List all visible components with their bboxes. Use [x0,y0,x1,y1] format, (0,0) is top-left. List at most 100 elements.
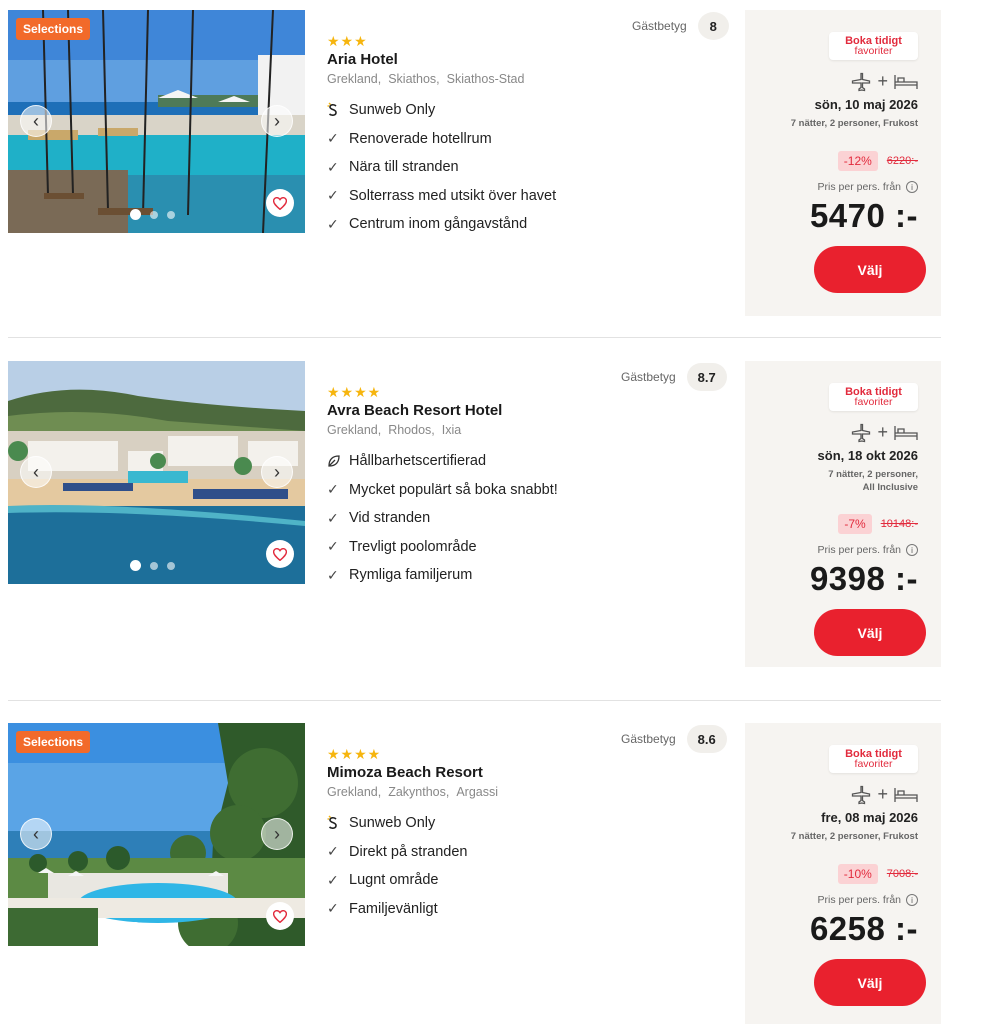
feature-item: ✓ Rymliga familjerum [327,561,727,590]
next-image-button[interactable]: › [261,818,293,850]
favorite-button[interactable] [266,189,294,217]
check-icon: ✓ [327,900,339,917]
info-icon[interactable]: i [906,544,918,556]
discount-row: -12% 6220:- [837,151,918,171]
old-price: 7008:- [886,868,918,880]
plane-icon [852,72,871,91]
pagination-dot[interactable] [150,561,158,570]
hotel-card[interactable]: Selections ‹ › ★★★★ Mimoza Beach Resort … [0,723,945,1024]
feature-text: Hållbarhetscertifierad [349,453,487,470]
boka-tidigt-subtitle: favoriter [854,396,893,408]
image-pagination [130,922,175,933]
boka-tidigt-badge: Boka tidigt favoriter [829,383,918,411]
selections-badge: Selections [16,18,91,40]
hotel-card[interactable]: Selections ‹ › ★★★ Aria Hotel Grekland, S… [0,10,945,330]
pagination-dot[interactable] [167,923,175,932]
feature-text: Sunweb Only [349,815,436,832]
discount-badge: -7% [838,514,872,534]
pagination-dot[interactable] [130,922,141,933]
heart-icon [273,909,287,923]
select-button[interactable]: Välj [814,609,926,656]
feature-item: ✓ Renoverade hotellrum [327,125,727,154]
next-image-button[interactable]: › [261,456,293,488]
guest-rating-score: 8.7 [686,363,727,391]
location-country: Grekland, [327,423,382,437]
select-button[interactable]: Välj [814,959,926,1006]
pagination-dot[interactable] [167,210,175,219]
location-country: Grekland, [327,785,382,799]
price-per-person-text: Pris per pers. från [817,181,901,193]
old-price: 6220:- [886,155,918,167]
departure-date: fre, 08 maj 2026 [821,810,918,825]
feature-item: ✓ Centrum inom gångavstånd [327,210,727,239]
info-icon[interactable]: i [906,181,918,193]
location-region: Rhodos, [388,423,435,437]
image-pagination [130,560,175,571]
pagination-dot[interactable] [167,561,175,570]
old-price: 10148:- [880,518,918,530]
boka-tidigt-badge: Boka tidigt favoriter [829,32,918,60]
favorite-button[interactable] [266,540,294,568]
image-pagination [130,209,175,220]
hotel-photo[interactable]: ‹ › [8,361,305,584]
hotel-location: Grekland, Skiathos, Skiathos-Stad [327,72,727,86]
chevron-left-icon: ‹ [33,824,39,844]
price: 5470 :- [809,197,918,234]
trip-details-line: All Inclusive [862,481,918,493]
hotel-name[interactable]: Avra Beach Resort Hotel [327,402,727,419]
feature-text: Solterrass med utsikt över havet [349,187,557,204]
feature-item: Sunweb Only [327,96,727,125]
discount-badge: -12% [837,151,878,171]
plus-icon: + [877,422,888,442]
leaf-icon [327,454,349,468]
guest-rating: Gästbetyg 8.7 [621,363,727,391]
plus-icon: + [877,71,888,91]
location-region: Skiathos, [388,72,440,86]
hotel-card[interactable]: ‹ › ★★★★ Avra Beach Resort Hotel Greklan… [0,361,945,681]
pagination-dot[interactable] [130,209,141,220]
trip-details-line: 7 nätter, 2 personer, Frukost [790,118,918,129]
guest-rating-score: 8.6 [686,725,727,753]
prev-image-button[interactable]: ‹ [20,818,52,850]
feature-text: Nära till stranden [349,159,459,176]
hotel-photo[interactable]: Selections ‹ › [8,723,305,946]
select-button[interactable]: Välj [814,246,926,293]
boka-tidigt-subtitle: favoriter [854,758,893,770]
price-per-person-label: Pris per pers. från i [818,181,918,193]
heart-icon [273,547,287,561]
price: 9398 :- [809,560,918,597]
check-icon: ✓ [327,481,339,498]
feature-text: Mycket populärt så boka snabbt! [349,481,558,498]
plane-icon [852,785,871,804]
hotel-name[interactable]: Aria Hotel [327,51,727,68]
hotel-name[interactable]: Mimoza Beach Resort [327,764,727,781]
price: 6258 :- [809,910,918,947]
check-icon: ✓ [327,158,339,175]
flight-hotel-indicator: + [851,422,918,443]
chevron-right-icon: › [274,824,280,844]
check-icon: ✓ [327,566,339,583]
location-city: Skiathos-Stad [446,72,525,86]
pagination-dot[interactable] [150,923,158,932]
sunweb-icon [327,102,349,118]
bed-icon [894,74,918,89]
chevron-left-icon: ‹ [33,462,39,482]
prev-image-button[interactable]: ‹ [20,456,52,488]
feature-text: Rymliga familjerum [349,567,473,584]
pagination-dot[interactable] [150,210,158,219]
plus-icon: + [877,784,888,804]
feature-text: Direkt på stranden [349,843,468,860]
next-image-button[interactable]: › [261,105,293,137]
hotel-photo[interactable]: Selections ‹ › [8,10,305,233]
prev-image-button[interactable]: ‹ [20,105,52,137]
check-icon: ✓ [327,130,339,147]
favorite-button[interactable] [266,902,294,930]
price-per-person-label: Pris per pers. från i [818,894,918,906]
feature-text: Vid stranden [349,510,431,527]
price-panel: Boka tidigt favoriter + sön, 10 maj 2026… [745,10,941,316]
feature-item: ✓ Trevligt poolområde [327,533,727,562]
info-icon[interactable]: i [906,894,918,906]
discount-row: -10% 7008:- [837,864,918,884]
pagination-dot[interactable] [130,560,141,571]
trip-details: 7 nätter, 2 personer, Frukost [791,118,918,131]
